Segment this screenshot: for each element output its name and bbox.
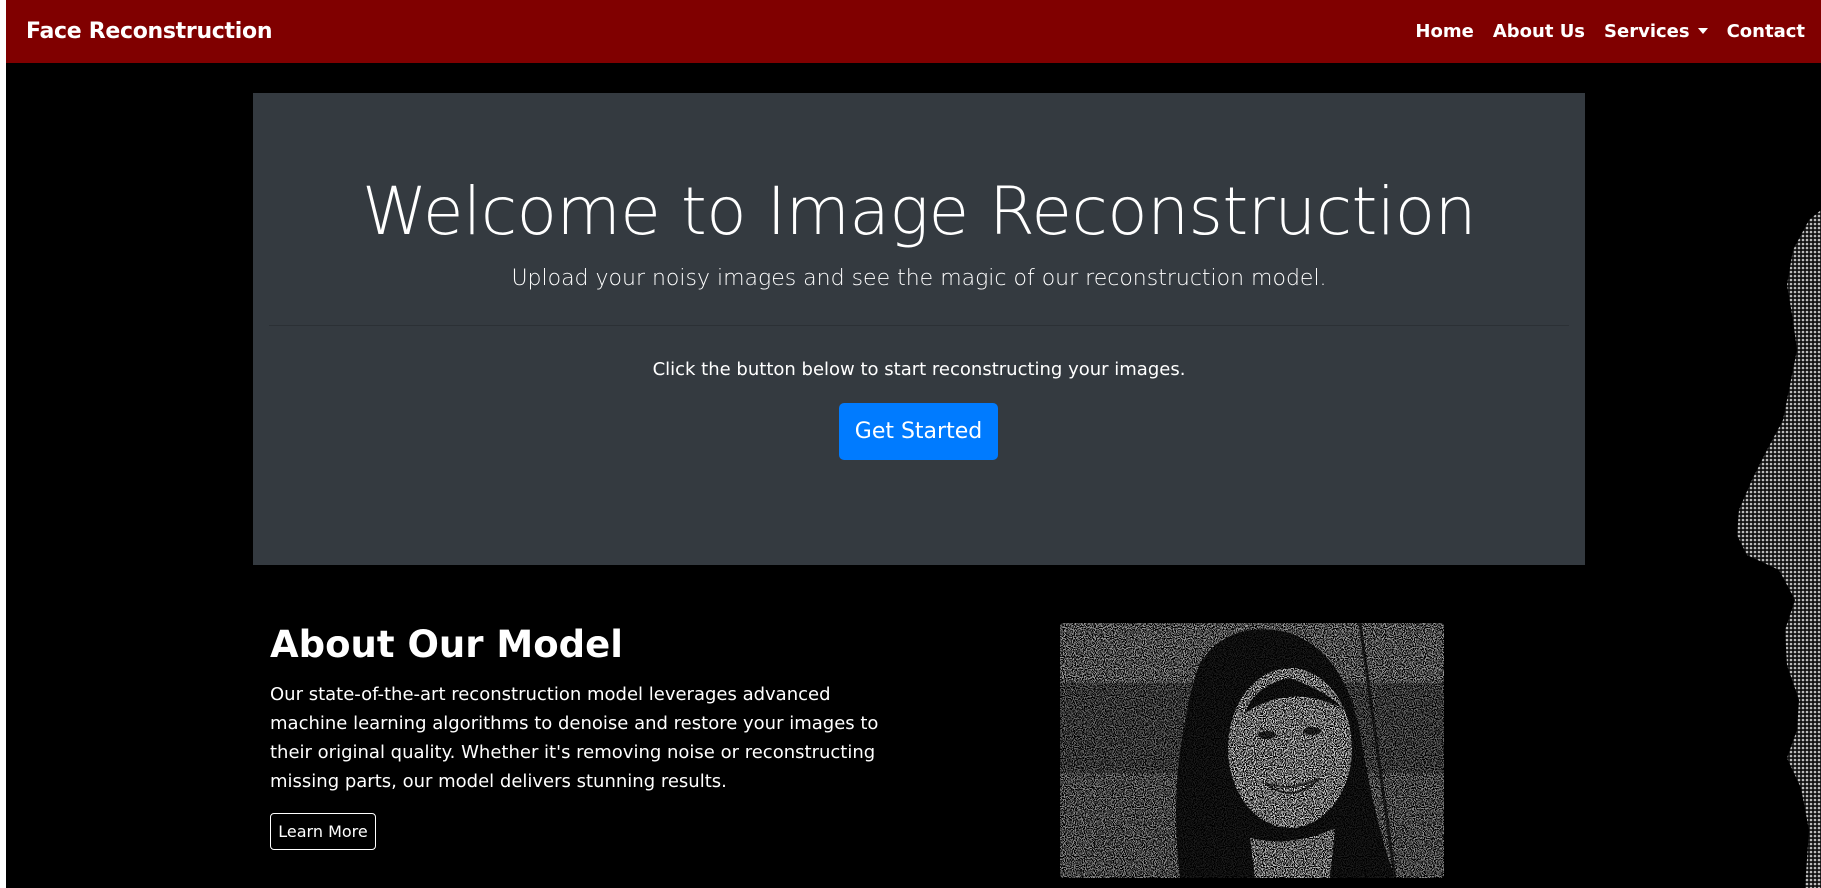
get-started-button[interactable]: Get Started [839, 403, 998, 460]
hero-divider [269, 325, 1569, 326]
learn-more-button[interactable]: Learn More [270, 813, 376, 850]
background-face-image [1737, 210, 1821, 888]
nav-link-about-us[interactable]: About Us [1493, 21, 1585, 42]
page-left-edge [0, 0, 6, 888]
hero-title: Welcome to Image Reconstruction [362, 173, 1476, 250]
about-title: About Our Model [270, 623, 623, 666]
caret-down-icon [1697, 28, 1708, 34]
hero-cta-text: Click the button below to start reconstr… [652, 359, 1186, 380]
nav-link-home[interactable]: Home [1415, 21, 1473, 42]
hero-subtitle: Upload your noisy images and see the mag… [511, 266, 1327, 291]
noisy-face-image [1060, 623, 1444, 878]
hero-section: Welcome to Image Reconstruction Upload y… [253, 93, 1585, 565]
nav-link-services-label: Services [1604, 21, 1690, 42]
navbar-brand[interactable]: Face Reconstruction [26, 19, 272, 44]
nav-link-contact[interactable]: Contact [1727, 21, 1805, 42]
nav-link-services[interactable]: Services [1604, 21, 1708, 42]
navbar: Face Reconstruction Home About Us Servic… [6, 0, 1821, 63]
nav-links: Home About Us Services Contact [1396, 21, 1805, 42]
about-description: Our state-of-the-art reconstruction mode… [270, 684, 879, 792]
